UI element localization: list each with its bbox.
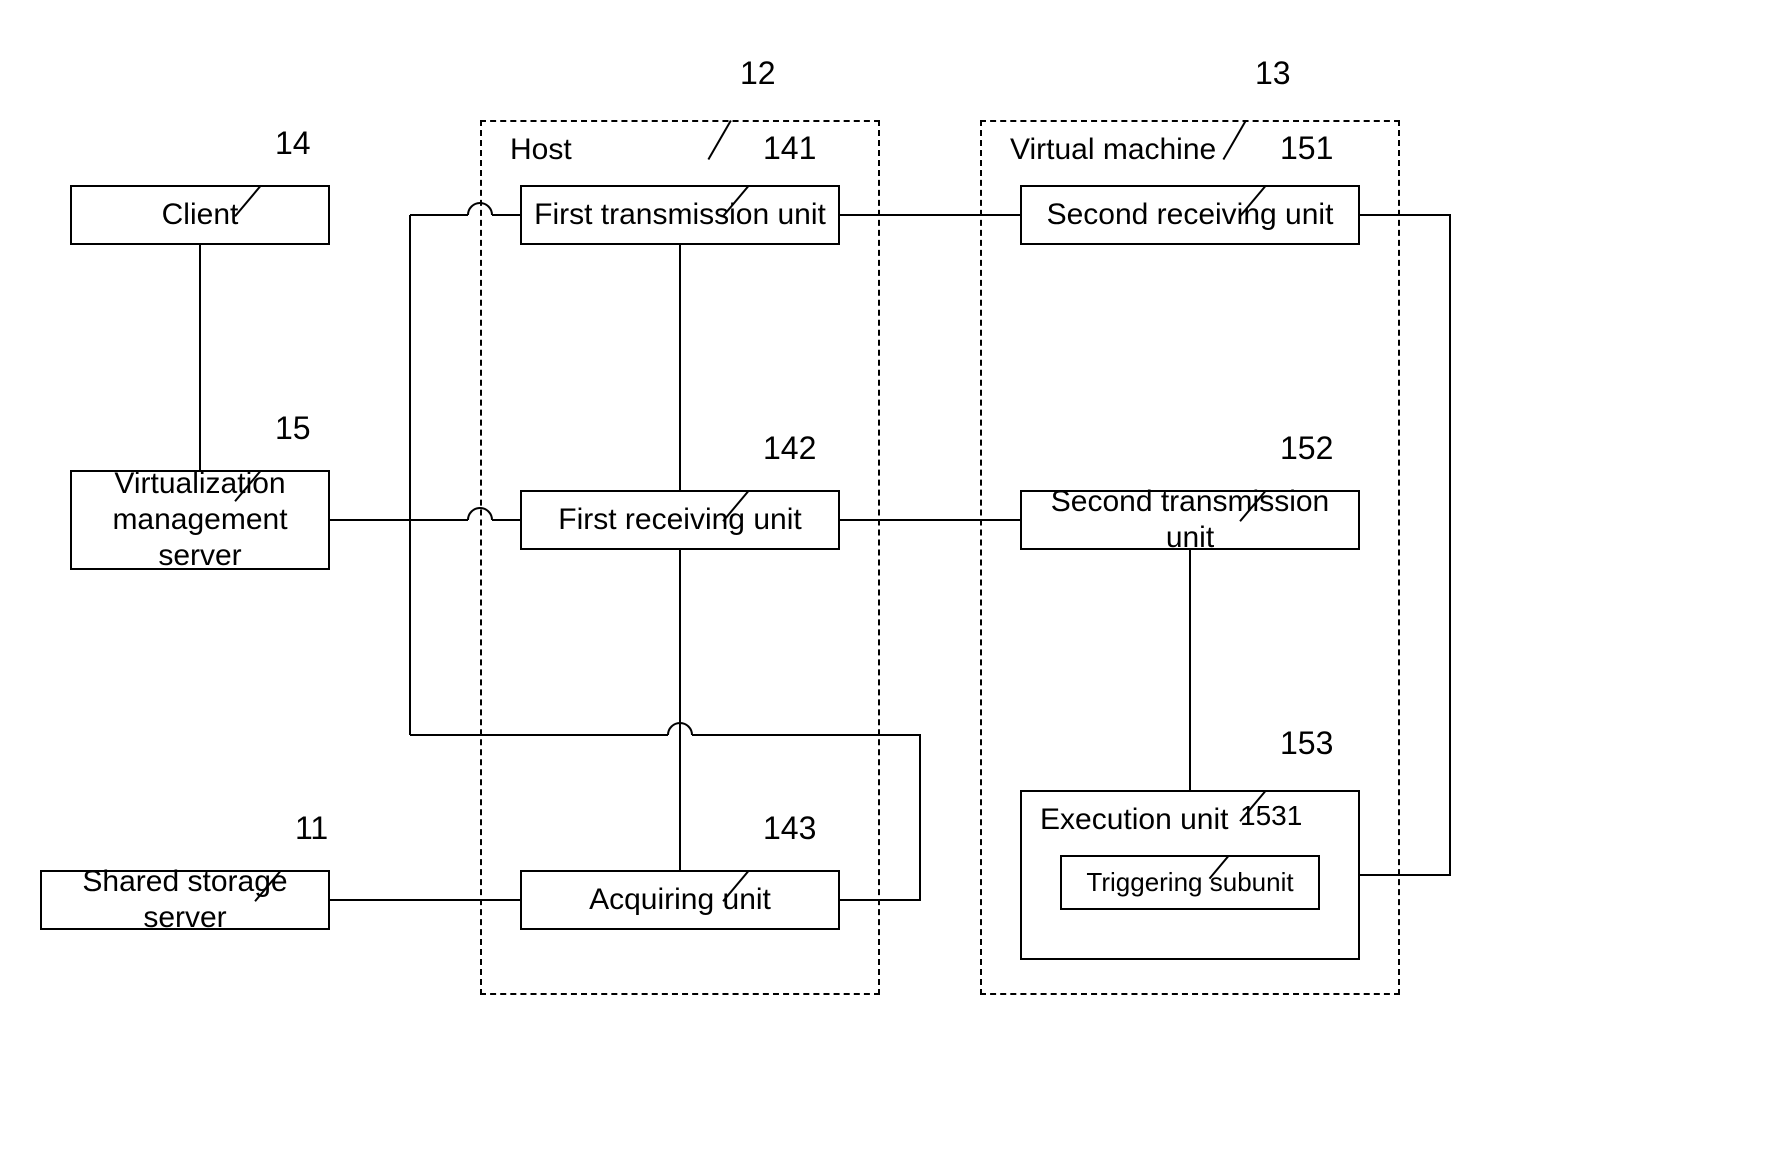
- host-title: Host: [510, 133, 572, 167]
- ref-13: 13: [1255, 55, 1291, 92]
- ref-152: 152: [1280, 430, 1333, 467]
- wiring: [0, 0, 1765, 1165]
- triggering-box: Triggering subunit: [1060, 855, 1320, 910]
- triggering-label: Triggering subunit: [1086, 867, 1293, 898]
- first-rx-box: First receiving unit: [520, 490, 840, 550]
- ref-153: 153: [1280, 725, 1333, 762]
- client-box: Client: [70, 185, 330, 245]
- first-tx-box: First transmission unit: [520, 185, 840, 245]
- ref-143: 143: [763, 810, 816, 847]
- vms-label: Virtualization management server: [78, 466, 322, 574]
- ref-12: 12: [740, 55, 776, 92]
- acquiring-label: Acquiring unit: [589, 882, 771, 918]
- ref-151: 151: [1280, 130, 1333, 167]
- shared-storage-label: Shared storage server: [48, 864, 322, 936]
- first-rx-label: First receiving unit: [558, 502, 801, 538]
- ref-14: 14: [275, 125, 311, 162]
- second-tx-label: Second transmission unit: [1028, 484, 1352, 556]
- ref-15: 15: [275, 410, 311, 447]
- shared-storage-box: Shared storage server: [40, 870, 330, 930]
- host-group: [480, 120, 880, 995]
- ref-142: 142: [763, 430, 816, 467]
- diagram-canvas: Host Virtual machine Client Virtualizati…: [0, 0, 1765, 1165]
- second-tx-box: Second transmission unit: [1020, 490, 1360, 550]
- vm-title: Virtual machine: [1010, 133, 1216, 167]
- ref-11: 11: [295, 810, 328, 847]
- first-tx-label: First transmission unit: [534, 197, 826, 233]
- ref-1531: 1531: [1240, 800, 1302, 832]
- client-label: Client: [162, 197, 239, 233]
- vms-box: Virtualization management server: [70, 470, 330, 570]
- exec-label: Execution unit: [1040, 802, 1228, 838]
- acquiring-box: Acquiring unit: [520, 870, 840, 930]
- second-rx-box: Second receiving unit: [1020, 185, 1360, 245]
- second-rx-label: Second receiving unit: [1047, 197, 1334, 233]
- ref-141: 141: [763, 130, 816, 167]
